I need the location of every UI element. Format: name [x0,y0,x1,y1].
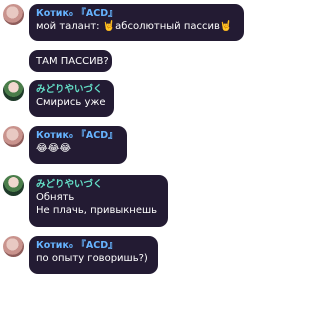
avatar-kotik[interactable] [3,4,24,25]
avatar-midori[interactable] [3,175,24,196]
message-bubble[interactable]: Котик₀ 『ACD』 по опыту говоришь?) [29,236,158,274]
sender-name: みどりやいづく [36,84,103,95]
sender-name: Котик₀ 『ACD』 [36,240,118,251]
sender-name: みどりやいづく [36,179,103,190]
message-text: 😂😂😂 [36,143,72,154]
message-text: Не плачь, привыкнешь [36,205,158,216]
message-bubble[interactable]: みどりやいづく Смирись уже [29,80,114,117]
avatar-kotik[interactable] [3,126,24,147]
message-text: мой талант: 🤘абсолютный пассив🤘 [36,21,233,32]
message-bubble[interactable]: Котик₀ 『ACD』 😂😂😂 [29,126,127,164]
message-text: по опыту говоришь?) [36,253,148,264]
message-bubble[interactable]: Котик₀ 『ACD』 мой талант: 🤘абсолютный пас… [29,4,244,41]
avatar-kotik[interactable] [3,236,24,257]
message-text: Обнять [36,192,75,203]
message-text: ТАМ ПАССИВ? [36,56,109,67]
avatar-midori[interactable] [3,80,24,101]
sender-name: Котик₀ 『ACD』 [36,130,118,141]
message-bubble[interactable]: みどりやいづく Обнять Не плачь, привыкнешь [29,175,168,227]
sender-name: Котик₀ 『ACD』 [36,8,118,19]
message-text: Смирись уже [36,97,106,108]
message-bubble[interactable]: ТАМ ПАССИВ? [29,50,112,72]
